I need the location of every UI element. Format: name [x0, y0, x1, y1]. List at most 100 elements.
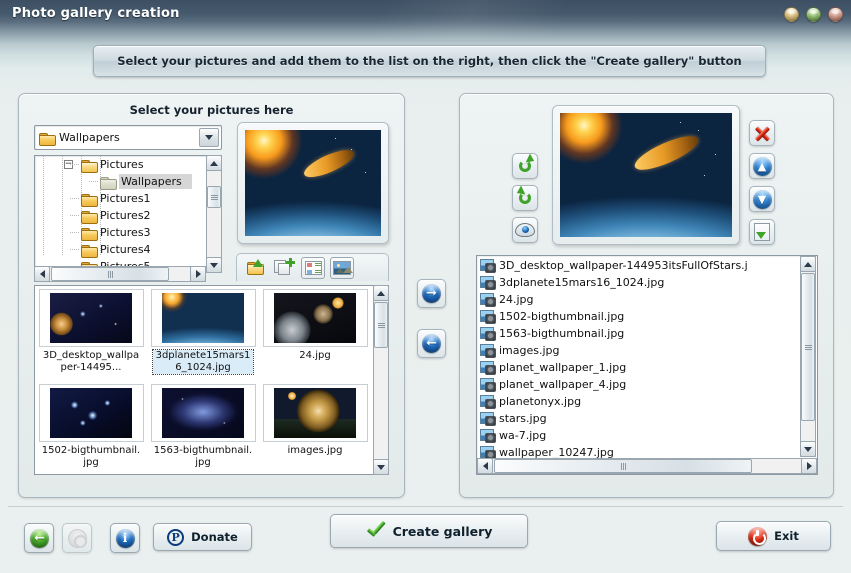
tree-scroll-up-button[interactable]	[206, 155, 222, 171]
tree-scroll-thumb[interactable]	[207, 186, 221, 208]
exit-button[interactable]: Exit	[716, 521, 831, 551]
tree-connector	[70, 198, 79, 199]
thumbnail-image	[50, 388, 132, 438]
list-view-icon[interactable]	[301, 257, 325, 279]
rotate-left-icon	[516, 189, 535, 207]
list-item-label: 3D_desktop_wallpaper-144953itsFullOfStar…	[499, 259, 748, 272]
list-item[interactable]: stars.jpg	[477, 410, 799, 427]
instruction-text: Select your pictures and add them to the…	[117, 54, 742, 68]
tree-vertical-scrollbar[interactable]	[206, 155, 222, 273]
donate-label: Donate	[191, 530, 238, 544]
list-scroll-down-button[interactable]	[800, 441, 816, 457]
maximize-button[interactable]	[806, 7, 821, 22]
folder-preview-frame	[237, 122, 389, 244]
thumbnail-item[interactable]: images.jpg	[259, 381, 371, 475]
thumbnail-image-frame	[39, 384, 144, 442]
remove-from-list-button[interactable]: ➞	[417, 329, 446, 358]
chevron-down-icon[interactable]	[199, 128, 219, 147]
red-x-icon	[753, 124, 772, 143]
list-item-label: stars.jpg	[499, 412, 547, 425]
back-button[interactable]: ➞	[24, 523, 54, 553]
thumbnails-scroll-up-button[interactable]	[373, 285, 389, 301]
thumbnails-scroll-down-button[interactable]	[373, 459, 389, 475]
gallery-file-list[interactable]: 3D_desktop_wallpaper-144953itsFullOfStar…	[476, 255, 818, 475]
rotate-right-button[interactable]	[512, 153, 538, 179]
move-down-button[interactable]: ▼	[749, 186, 775, 212]
tree-node[interactable]: Pictures3	[81, 224, 151, 241]
close-button[interactable]	[828, 7, 843, 22]
list-item[interactable]: 1502-bigthumbnail.jpg	[477, 308, 799, 325]
add-files-icon[interactable]	[272, 257, 296, 279]
thumbnail-item[interactable]: 1502-bigthumbnail.jpg	[35, 381, 147, 475]
thumbnail-item[interactable]: 24.jpg	[259, 286, 371, 381]
list-item[interactable]: 24.jpg	[477, 291, 799, 308]
list-item-label: planet_wallpaper_1.jpg	[499, 361, 626, 374]
create-gallery-button[interactable]: Create gallery	[330, 514, 528, 548]
list-item-label: planetonyx.jpg	[499, 395, 581, 408]
tree-scroll-left-button[interactable]	[34, 266, 50, 282]
thumbnails-vertical-scrollbar[interactable]	[373, 285, 389, 475]
tree-node[interactable]: Pictures4	[81, 241, 151, 258]
preview-image-right	[560, 113, 732, 237]
tree-scroll-down-button[interactable]	[206, 257, 222, 273]
minimize-button[interactable]	[784, 7, 799, 22]
folder-combo-value: Wallpapers	[59, 131, 120, 144]
thumbnail-item[interactable]: 3D_desktop_wallpaper-14495...	[35, 286, 147, 381]
thumbnail-image-frame	[151, 384, 256, 442]
thumbnail-item[interactable]: 3dplanete15mars16_1024.jpg	[147, 286, 259, 381]
list-h-scroll-thumb[interactable]	[494, 459, 752, 473]
move-up-button[interactable]: ▲	[749, 153, 775, 179]
thumbnails-scroll-thumb[interactable]	[374, 302, 388, 348]
list-scroll-right-button[interactable]	[801, 458, 817, 474]
folder-tree[interactable]: −PicturesWallpapersPictures1Pictures2Pic…	[34, 155, 222, 273]
add-to-list-button[interactable]: ➞	[417, 279, 446, 308]
tree-h-scroll-thumb[interactable]	[51, 267, 169, 281]
folder-combo-box[interactable]: Wallpapers	[34, 125, 222, 150]
power-icon	[748, 527, 767, 546]
thumbnail-image-frame	[39, 289, 144, 347]
tree-scroll-right-button[interactable]	[190, 266, 206, 282]
tree-node[interactable]: Pictures2	[81, 207, 151, 224]
list-scroll-thumb[interactable]	[801, 273, 815, 421]
rotate-left-button[interactable]	[512, 185, 538, 211]
list-item[interactable]: 1563-bigthumbnail.jpg	[477, 325, 799, 342]
list-item-label: planet_wallpaper_4.jpg	[499, 378, 626, 391]
preview-button[interactable]	[512, 217, 538, 243]
list-item-label: wa-7.jpg	[499, 429, 546, 442]
tree-horizontal-scrollbar[interactable]	[34, 266, 206, 282]
thumbnail-item[interactable]: 1563-bigthumbnail.jpg	[147, 381, 259, 475]
list-item[interactable]: planet_wallpaper_4.jpg	[477, 376, 799, 393]
list-item[interactable]: planetonyx.jpg	[477, 393, 799, 410]
tree-node-label: Pictures	[100, 158, 144, 171]
thumbnail-view-icon[interactable]	[330, 257, 354, 279]
list-item[interactable]: planet_wallpaper_1.jpg	[477, 359, 799, 376]
folder-up-icon[interactable]	[243, 257, 267, 279]
preferences-button[interactable]	[62, 523, 92, 553]
tree-node[interactable]: Wallpapers	[100, 173, 192, 190]
list-item[interactable]: images.jpg	[477, 342, 799, 359]
remove-button[interactable]	[749, 120, 775, 146]
list-item[interactable]: 3D_desktop_wallpaper-144953itsFullOfStar…	[477, 257, 799, 274]
image-file-icon	[480, 259, 495, 272]
list-item[interactable]: wa-7.jpg	[477, 427, 799, 444]
selected-image-preview-frame	[552, 105, 740, 245]
list-item[interactable]: 3dplanete15mars16_1024.jpg	[477, 274, 799, 291]
info-button[interactable]: i	[110, 523, 140, 553]
thumbnail-grid-container[interactable]: 3D_desktop_wallpaper-14495...3dplanete15…	[34, 285, 389, 475]
image-file-icon	[480, 310, 495, 323]
list-scroll-left-button[interactable]	[477, 458, 493, 474]
title-bar: Photo gallery creation	[0, 0, 851, 30]
tree-node[interactable]: Pictures1	[81, 190, 151, 207]
green-check-icon	[365, 522, 387, 540]
list-vertical-scrollbar[interactable]	[800, 256, 816, 457]
tree-connector	[89, 181, 98, 182]
list-scroll-up-button[interactable]	[800, 256, 816, 272]
donate-button[interactable]: P Donate	[153, 523, 252, 551]
folder-icon	[81, 244, 96, 256]
list-horizontal-scrollbar[interactable]	[477, 458, 817, 474]
tree-node[interactable]: Pictures	[81, 156, 144, 173]
arrow-left-icon: ➞	[422, 334, 441, 353]
rotate-right-icon	[516, 157, 535, 175]
save-list-button[interactable]	[749, 219, 775, 245]
tree-node-label: Pictures3	[100, 226, 151, 239]
